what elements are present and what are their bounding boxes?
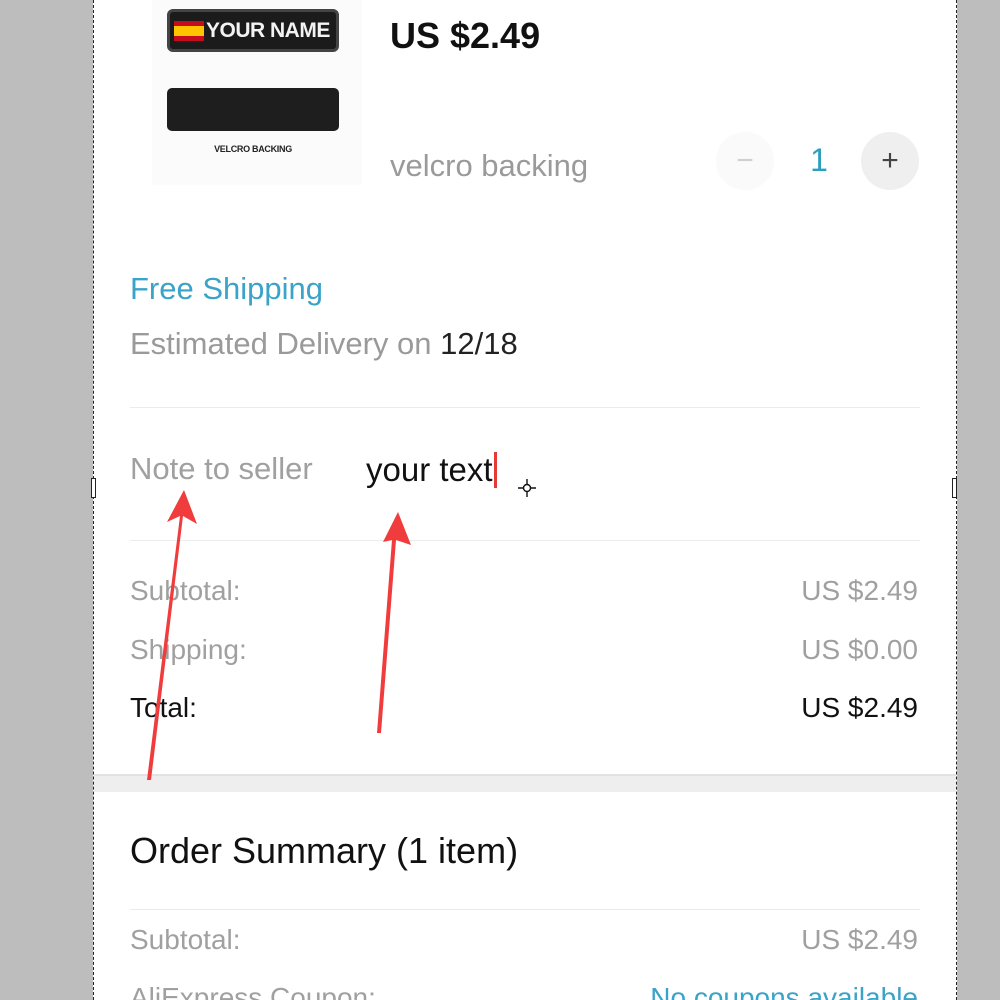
note-to-seller-label: Note to seller — [130, 451, 313, 486]
text-caret — [493, 452, 497, 488]
delivery-label: Estimated Delivery on — [130, 326, 441, 361]
subtotal-value: US $2.49 — [801, 575, 918, 606]
quantity-decrease-button[interactable]: − — [716, 132, 774, 190]
summary-subtotal-value: US $2.49 — [801, 924, 918, 955]
note-to-seller-input[interactable]: your text — [366, 447, 886, 493]
coupon-value[interactable]: No coupons available — [650, 982, 918, 1000]
shipping-method[interactable]: Free Shipping — [130, 271, 323, 307]
patch-text: YOUR NAME — [206, 18, 330, 42]
velcro-patch — [167, 88, 339, 131]
subtotal-label: Subtotal: — [130, 575, 241, 606]
spain-flag-icon — [174, 20, 204, 41]
order-summary-title: Order Summary (1 item) — [130, 830, 519, 871]
shipping-label: Shipping: — [130, 634, 247, 665]
delivery-date: 12/18 — [440, 326, 518, 361]
divider — [130, 407, 920, 408]
checkout-page: YOUR NAME VELCRO BACKING US $2.49 velcro… — [93, 0, 957, 1000]
quantity-value: 1 — [810, 142, 828, 178]
summary-subtotal-label: Subtotal: — [130, 924, 241, 955]
estimated-delivery: Estimated Delivery on 12/18 — [130, 326, 518, 362]
divider — [130, 909, 920, 910]
total-value: US $2.49 — [801, 692, 918, 723]
shipping-value: US $0.00 — [801, 634, 918, 665]
coupon-label: AliExpress Coupon: — [130, 982, 376, 1000]
divider — [130, 540, 920, 541]
note-text: your text — [366, 451, 493, 488]
velcro-caption: VELCRO BACKING — [214, 144, 292, 154]
quantity-increase-button[interactable]: + — [861, 132, 919, 190]
section-separator — [94, 774, 956, 792]
plus-icon: + — [881, 144, 899, 177]
name-patch: YOUR NAME — [167, 9, 339, 52]
product-price: US $2.49 — [390, 15, 541, 56]
product-image[interactable]: YOUR NAME VELCRO BACKING — [152, 0, 362, 185]
minus-icon: − — [736, 144, 754, 177]
resize-handle-left[interactable] — [91, 478, 96, 498]
move-cursor-icon — [518, 479, 536, 497]
resize-handle-right[interactable] — [952, 478, 957, 498]
product-sku[interactable]: velcro backing — [390, 148, 588, 184]
total-label: Total: — [130, 692, 197, 723]
